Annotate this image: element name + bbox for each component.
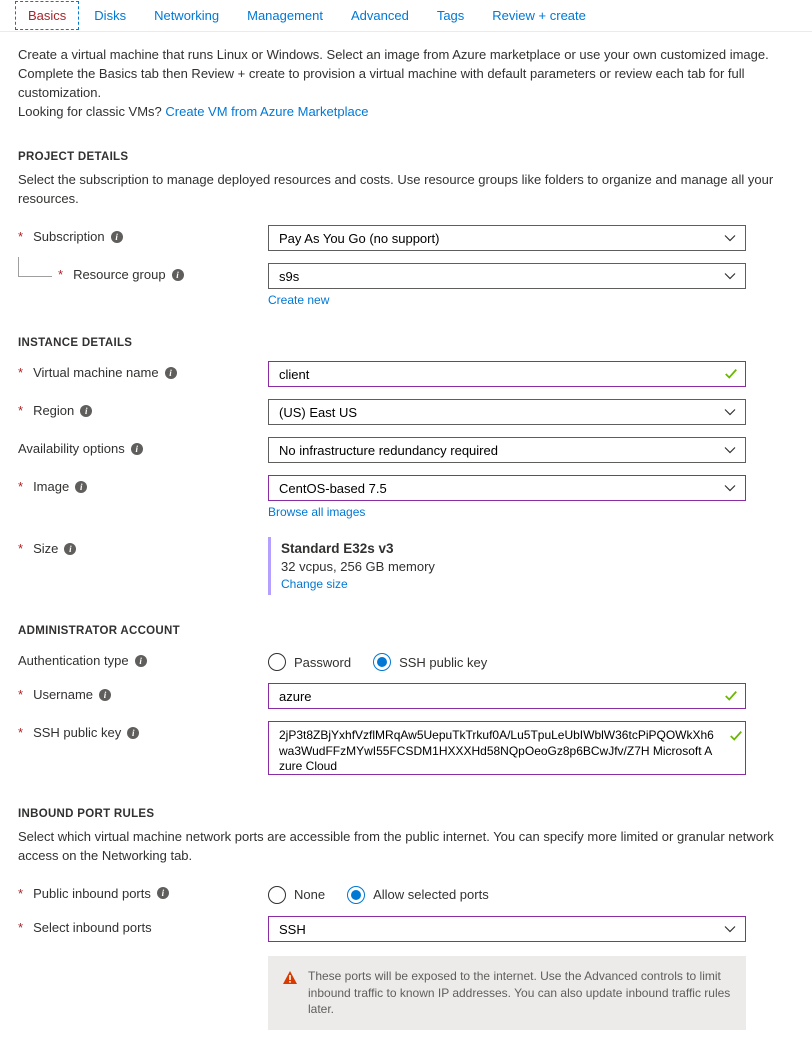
tab-review[interactable]: Review + create	[478, 0, 600, 31]
username-input[interactable]	[268, 683, 746, 709]
warning-icon	[282, 968, 298, 986]
info-icon[interactable]: i	[172, 269, 184, 281]
intro-line1: Create a virtual machine that runs Linux…	[18, 46, 794, 65]
project-details-header: PROJECT DETAILS	[18, 151, 794, 163]
ssh-key-textarea[interactable]	[268, 721, 746, 775]
subscription-label: Subscription	[33, 229, 105, 244]
info-icon[interactable]: i	[135, 655, 147, 667]
info-icon[interactable]: i	[131, 443, 143, 455]
intro-line3: Looking for classic VMs? Create VM from …	[18, 103, 794, 122]
auth-ssh-radio[interactable]: SSH public key	[373, 653, 487, 671]
size-block: Standard E32s v3 32 vcpus, 256 GB memory…	[268, 537, 746, 595]
size-name: Standard E32s v3	[281, 541, 746, 556]
public-ports-label: Public inbound ports	[33, 886, 151, 901]
tab-advanced[interactable]: Advanced	[337, 0, 423, 31]
auth-ssh-label: SSH public key	[399, 655, 487, 670]
vm-name-label: Virtual machine name	[33, 365, 159, 380]
size-desc: 32 vcpus, 256 GB memory	[281, 559, 746, 574]
resource-group-label: Resource group	[73, 267, 166, 282]
tab-tags[interactable]: Tags	[423, 0, 478, 31]
admin-account-header: ADMINISTRATOR ACCOUNT	[18, 625, 794, 637]
image-label: Image	[33, 479, 69, 494]
tab-management[interactable]: Management	[233, 0, 337, 31]
inbound-ports-header: INBOUND PORT RULES	[18, 808, 794, 820]
intro-text: Create a virtual machine that runs Linux…	[18, 46, 794, 121]
size-label: Size	[33, 541, 58, 556]
create-new-link[interactable]: Create new	[268, 293, 329, 307]
port-warning: These ports will be exposed to the inter…	[268, 956, 746, 1030]
port-warning-text: These ports will be exposed to the inter…	[308, 968, 732, 1018]
region-label: Region	[33, 403, 74, 418]
username-label: Username	[33, 687, 93, 702]
auth-type-label: Authentication type	[18, 653, 129, 668]
image-select[interactable]: CentOS-based 7.5	[268, 475, 746, 501]
project-details-desc: Select the subscription to manage deploy…	[18, 171, 794, 209]
info-icon[interactable]: i	[165, 367, 177, 379]
info-icon[interactable]: i	[157, 887, 169, 899]
instance-details-header: INSTANCE DETAILS	[18, 337, 794, 349]
info-icon[interactable]: i	[127, 727, 139, 739]
select-ports-label: Select inbound ports	[33, 920, 152, 935]
info-icon[interactable]: i	[99, 689, 111, 701]
ports-none-label: None	[294, 887, 325, 902]
intro-line2: Complete the Basics tab then Review + cr…	[18, 65, 794, 103]
auth-password-radio[interactable]: Password	[268, 653, 351, 671]
ports-none-radio[interactable]: None	[268, 886, 325, 904]
classic-vm-link[interactable]: Create VM from Azure Marketplace	[165, 104, 368, 119]
info-icon[interactable]: i	[75, 481, 87, 493]
info-icon[interactable]: i	[64, 543, 76, 555]
tab-disks[interactable]: Disks	[80, 0, 140, 31]
ports-allow-radio[interactable]: Allow selected ports	[347, 886, 489, 904]
info-icon[interactable]: i	[111, 231, 123, 243]
tab-bar: Basics Disks Networking Management Advan…	[0, 0, 812, 32]
region-select[interactable]: (US) East US	[268, 399, 746, 425]
ports-allow-label: Allow selected ports	[373, 887, 489, 902]
vm-name-input[interactable]	[268, 361, 746, 387]
change-size-link[interactable]: Change size	[281, 577, 348, 591]
inbound-ports-desc: Select which virtual machine network por…	[18, 828, 794, 866]
availability-label: Availability options	[18, 441, 125, 456]
ssh-key-label: SSH public key	[33, 725, 121, 740]
tab-basics[interactable]: Basics	[14, 0, 80, 31]
subscription-select[interactable]: Pay As You Go (no support)	[268, 225, 746, 251]
browse-images-link[interactable]: Browse all images	[268, 505, 365, 519]
availability-select[interactable]: No infrastructure redundancy required	[268, 437, 746, 463]
select-ports-select[interactable]: SSH	[268, 916, 746, 942]
tab-networking[interactable]: Networking	[140, 0, 233, 31]
auth-password-label: Password	[294, 655, 351, 670]
resource-group-select[interactable]: s9s	[268, 263, 746, 289]
info-icon[interactable]: i	[80, 405, 92, 417]
